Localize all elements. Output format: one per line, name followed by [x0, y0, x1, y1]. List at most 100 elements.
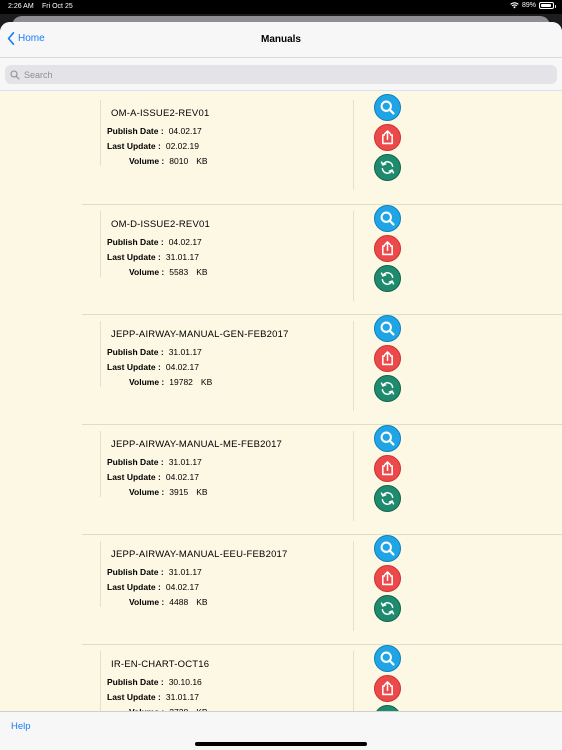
row-accent-line: [100, 541, 101, 607]
view-manual-button[interactable]: [374, 205, 401, 232]
view-manual-button[interactable]: [374, 645, 401, 672]
last-update-label: Last Update :: [107, 692, 161, 702]
sync-manual-button[interactable]: [374, 154, 401, 181]
last-update-value: 31.01.17: [165, 692, 199, 702]
status-right: 89%: [510, 2, 556, 9]
sync-icon: [380, 492, 395, 505]
share-manual-button[interactable]: [374, 345, 401, 372]
last-update-value: 04.02.17: [165, 582, 199, 592]
publish-date-label: Publish Date :: [107, 457, 164, 467]
share-icon: [382, 241, 393, 256]
row-accent-line: [100, 321, 101, 387]
last-update-value: 31.01.17: [165, 252, 199, 262]
view-manual-button[interactable]: [374, 535, 401, 562]
publish-date-label: Publish Date :: [107, 677, 164, 687]
search-icon: [10, 69, 20, 80]
publish-date-label: Publish Date :: [107, 237, 164, 247]
volume-unit: KB: [196, 267, 208, 277]
last-update-value: 02.02.19: [165, 141, 199, 151]
volume-value: 3915: [169, 487, 189, 497]
sync-manual-button[interactable]: [374, 595, 401, 622]
row-accent-line: [100, 431, 101, 497]
last-update-field: Last Update : 04.02.17: [107, 472, 199, 482]
share-manual-button[interactable]: [374, 675, 401, 702]
publish-date-value: 31.01.17: [168, 347, 202, 357]
status-bar: 2:26 AM Fri Oct 25 89%: [0, 0, 562, 14]
share-manual-button[interactable]: [374, 124, 401, 151]
volume-field: Volume : 5583 KB: [129, 267, 208, 277]
volume-label: Volume :: [129, 267, 165, 277]
last-update-label: Last Update :: [107, 252, 161, 262]
row-divider: [353, 321, 354, 411]
publish-date-field: Publish Date : 31.01.17: [107, 347, 202, 357]
volume-unit: KB: [200, 377, 213, 387]
volume-field: Volume : 19782 KB: [129, 377, 212, 387]
row-divider: [353, 651, 354, 711]
share-manual-button[interactable]: [374, 565, 401, 592]
volume-value: 5583: [169, 267, 189, 277]
help-button[interactable]: Help: [11, 721, 31, 732]
share-manual-button[interactable]: [374, 455, 401, 482]
search-input[interactable]: [24, 69, 524, 80]
volume-label: Volume :: [129, 487, 165, 497]
volume-unit: KB: [196, 156, 208, 166]
publish-date-label: Publish Date :: [107, 567, 164, 577]
last-update-field: Last Update : 31.01.17: [107, 692, 199, 702]
sync-manual-button[interactable]: [374, 485, 401, 512]
publish-date-field: Publish Date : 04.02.17: [107, 126, 202, 136]
volume-field: Volume : 8010 KB: [129, 156, 208, 166]
volume-value: 4488: [169, 597, 189, 607]
row-divider: [353, 211, 354, 301]
publish-date-value: 30.10.16: [168, 677, 202, 687]
row-accent-line: [100, 100, 101, 166]
last-update-field: Last Update : 04.02.17: [107, 582, 199, 592]
magnifier-icon: [380, 321, 395, 336]
search-bar: [0, 59, 562, 91]
view-manual-button[interactable]: [374, 315, 401, 342]
row-accent-line: [100, 211, 101, 277]
volume-field: Volume : 4488 KB: [129, 597, 208, 607]
search-field[interactable]: [5, 65, 557, 84]
manual-title: OM-D-ISSUE2-REV01: [111, 219, 210, 230]
manuals-list[interactable]: OM-A-ISSUE2-REV01 Publish Date :04.02.17…: [0, 92, 562, 711]
share-icon: [382, 571, 393, 586]
magnifier-icon: [380, 211, 395, 226]
volume-value: 19782: [169, 377, 193, 387]
sync-icon: [380, 602, 395, 615]
sync-icon: [380, 272, 395, 285]
volume-label: Volume :: [129, 156, 165, 166]
manual-title: JEPP-AIRWAY-MANUAL-EEU-FEB2017: [111, 549, 288, 560]
publish-date-field: Publish Date : 31.01.17: [107, 457, 202, 467]
share-icon: [382, 130, 393, 145]
home-indicator: [195, 742, 367, 746]
share-icon: [382, 461, 393, 476]
view-manual-button[interactable]: [374, 425, 401, 452]
row-divider: [353, 541, 354, 631]
manual-title: JEPP-AIRWAY-MANUAL-GEN-FEB2017: [111, 329, 289, 340]
manual-row: IR-EN-CHART-OCT16 Publish Date : 30.10.16…: [82, 644, 562, 711]
sync-icon: [380, 161, 395, 174]
sync-manual-button[interactable]: [374, 375, 401, 402]
last-update-value: 04.02.17: [165, 362, 199, 372]
last-update-value: 04.02.17: [165, 472, 199, 482]
manual-row: OM-A-ISSUE2-REV01 Publish Date : 04.02.17…: [82, 94, 562, 204]
share-icon: [382, 681, 393, 696]
manual-row: JEPP-AIRWAY-MANUAL-EEU-FEB2017 Publish D…: [82, 534, 562, 644]
magnifier-icon: [380, 651, 395, 666]
publish-date-field: Publish Date : 30.10.16: [107, 677, 202, 687]
last-update-label: Last Update :: [107, 472, 161, 482]
magnifier-icon: [380, 431, 395, 446]
view-manual-button[interactable]: [374, 94, 401, 121]
publish-date-field: Publish Date : 31.01.17: [107, 567, 202, 577]
last-update-label: Last Update :: [107, 362, 161, 372]
status-date: Fri Oct 25: [42, 3, 73, 10]
publish-date-value: 04.02.17: [168, 126, 202, 136]
manual-title: JEPP-AIRWAY-MANUAL-ME-FEB2017: [111, 439, 283, 450]
volume-field: Volume : 3915 KB: [129, 487, 208, 497]
last-update-field: Last Update : 02.02.19: [107, 141, 199, 151]
share-manual-button[interactable]: [374, 235, 401, 262]
manuals-sheet: Home Manuals OM-A-ISSUE2-REV01 Publish D…: [0, 22, 562, 750]
sync-manual-button[interactable]: [374, 265, 401, 292]
manual-title: IR-EN-CHART-OCT16: [111, 659, 210, 670]
magnifier-icon: [380, 100, 395, 115]
